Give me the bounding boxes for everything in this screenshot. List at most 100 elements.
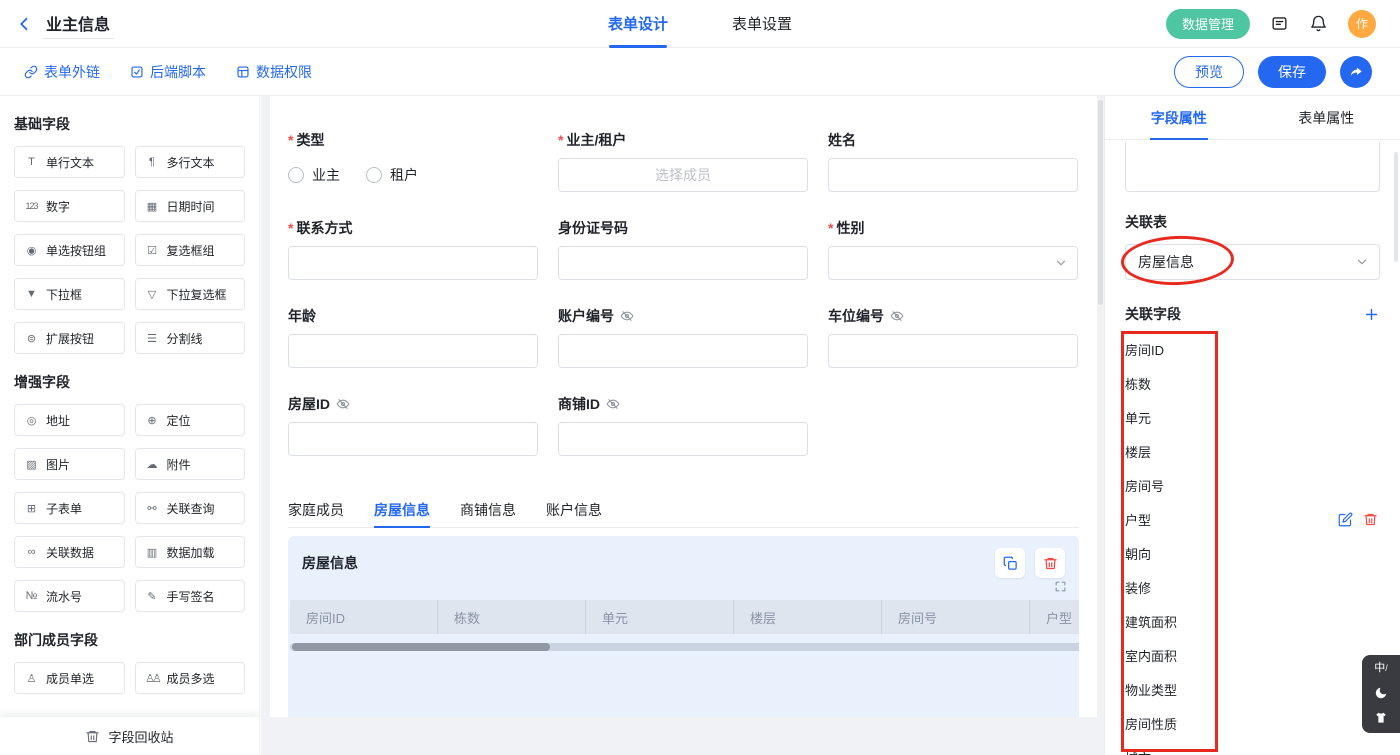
gender-select[interactable] <box>828 246 1078 280</box>
property-input[interactable] <box>1125 142 1380 192</box>
palette-item-dropdown[interactable]: ▼下拉框 <box>14 278 125 310</box>
external-link-button[interactable]: 表单外链 <box>24 62 100 82</box>
palette-item-image[interactable]: ▨图片 <box>14 448 125 480</box>
id-card-input[interactable] <box>558 246 808 280</box>
field-parking-no[interactable]: 车位编号 <box>828 306 1078 368</box>
copy-button[interactable] <box>995 548 1025 578</box>
trash-icon <box>1043 556 1058 571</box>
palette-item-attachment[interactable]: ☁附件 <box>135 448 246 480</box>
tab-field-properties[interactable]: 字段属性 <box>1105 96 1253 139</box>
related-field-item[interactable]: 户型 <box>1125 502 1380 536</box>
back-icon[interactable] <box>16 15 34 33</box>
account-no-input[interactable] <box>558 334 808 368</box>
field-owner-tenant[interactable]: *业主/租户 选择成员 <box>558 130 808 192</box>
palette-item-related-query[interactable]: ⚯关联查询 <box>135 492 246 524</box>
palette-item-location[interactable]: ⊕定位 <box>135 404 246 436</box>
delete-button[interactable] <box>1035 548 1065 578</box>
palette-item-address[interactable]: ◎地址 <box>14 404 125 436</box>
related-field-item[interactable]: 城市 <box>1125 740 1380 755</box>
add-related-field-button[interactable] <box>1363 306 1380 323</box>
eye-hidden-icon[interactable] <box>620 309 634 323</box>
palette-item-member-multi[interactable]: ♙♙成员多选 <box>135 662 246 694</box>
expand-icon[interactable] <box>1054 580 1067 596</box>
bell-icon[interactable] <box>1309 14 1328 33</box>
field-account-no[interactable]: 账户编号 <box>558 306 808 368</box>
member-picker[interactable]: 选择成员 <box>558 158 808 192</box>
related-field-item[interactable]: 房间ID <box>1125 332 1380 366</box>
subform-panel[interactable]: 房屋信息 房间ID 栋数 单元 <box>288 536 1079 717</box>
field-house-id[interactable]: 房屋ID <box>288 394 538 456</box>
palette-item-number[interactable]: 123数字 <box>14 190 125 222</box>
avatar[interactable]: 作 <box>1348 10 1376 38</box>
palette-item-signature[interactable]: ✎手写签名 <box>135 580 246 612</box>
field-age[interactable]: 年龄 <box>288 306 538 368</box>
palette-item-data-load[interactable]: ▥数据加载 <box>135 536 246 568</box>
palette-item-member-single[interactable]: ♙成员单选 <box>14 662 125 694</box>
field-contact[interactable]: *联系方式 <box>288 218 538 280</box>
eye-hidden-icon[interactable] <box>336 397 350 411</box>
docs-icon[interactable] <box>1270 14 1289 33</box>
field-name[interactable]: 姓名 <box>828 130 1078 192</box>
tab-account-info[interactable]: 账户信息 <box>546 492 602 527</box>
related-field-item[interactable]: 房间性质 <box>1125 706 1380 740</box>
eye-hidden-icon[interactable] <box>890 309 904 323</box>
subform-hscrollbar-thumb[interactable] <box>292 643 550 651</box>
tab-family-members[interactable]: 家庭成员 <box>288 492 344 527</box>
data-permission-button[interactable]: 数据权限 <box>236 62 312 82</box>
delete-field-icon[interactable] <box>1363 512 1378 527</box>
palette-item-serial-number[interactable]: №流水号 <box>14 580 125 612</box>
backend-script-button[interactable]: 后端脚本 <box>130 62 206 82</box>
palette-section-title: 部门成员字段 <box>14 630 245 650</box>
tab-shop-info[interactable]: 商铺信息 <box>460 492 516 527</box>
props-scrollbar[interactable] <box>1394 152 1398 262</box>
related-field-item[interactable]: 单元 <box>1125 400 1380 434</box>
field-id-card[interactable]: 身份证号码 <box>558 218 808 280</box>
field-recycle-bin[interactable]: 字段回收站 <box>0 717 259 755</box>
related-field-item[interactable]: 栋数 <box>1125 366 1380 400</box>
age-input[interactable] <box>288 334 538 368</box>
palette-item-multi-line-text[interactable]: ¶多行文本 <box>135 146 246 178</box>
palette-item-datetime[interactable]: ▦日期时间 <box>135 190 246 222</box>
related-field-item[interactable]: 装修 <box>1125 570 1380 604</box>
language-toggle[interactable]: 中/ <box>1374 663 1388 674</box>
palette-item-dropdown-multi[interactable]: ▽下拉复选框 <box>135 278 246 310</box>
palette-item-extend-button[interactable]: ⊜扩展按钮 <box>14 322 125 354</box>
related-table-select[interactable]: 房屋信息 <box>1125 244 1380 280</box>
house-id-input[interactable] <box>288 422 538 456</box>
field-type[interactable]: *类型 业主 租户 <box>288 130 538 192</box>
shop-id-input[interactable] <box>558 422 808 456</box>
palette-item-divider[interactable]: ☰分割线 <box>135 322 246 354</box>
palette-item-checkbox-group[interactable]: ☑复选框组 <box>135 234 246 266</box>
related-field-item[interactable]: 建筑面积 <box>1125 604 1380 638</box>
tab-form-design[interactable]: 表单设计 <box>608 0 668 48</box>
tab-form-settings[interactable]: 表单设置 <box>732 0 792 48</box>
related-field-item[interactable]: 房间号 <box>1125 468 1380 502</box>
eye-hidden-icon[interactable] <box>606 397 620 411</box>
palette-item-single-line-text[interactable]: T单行文本 <box>14 146 125 178</box>
parking-no-input[interactable] <box>828 334 1078 368</box>
canvas-scrollbar[interactable] <box>1098 100 1103 305</box>
related-field-item[interactable]: 物业类型 <box>1125 672 1380 706</box>
dark-mode-icon[interactable] <box>1374 686 1388 700</box>
preview-button[interactable]: 预览 <box>1174 56 1244 88</box>
name-input[interactable] <box>828 158 1078 192</box>
tab-house-info[interactable]: 房屋信息 <box>374 492 430 527</box>
tab-form-properties[interactable]: 表单属性 <box>1253 96 1400 139</box>
save-button[interactable]: 保存 <box>1258 56 1326 88</box>
palette-item-subform[interactable]: ⊞子表单 <box>14 492 125 524</box>
related-field-item[interactable]: 楼层 <box>1125 434 1380 468</box>
radio-tenant[interactable]: 租户 <box>366 165 418 185</box>
contact-input[interactable] <box>288 246 538 280</box>
field-gender[interactable]: *性别 <box>828 218 1078 280</box>
palette-item-related-data[interactable]: ∞关联数据 <box>14 536 125 568</box>
related-field-item[interactable]: 室内面积 <box>1125 638 1380 672</box>
palette-section-title: 增强字段 <box>14 372 245 392</box>
radio-owner[interactable]: 业主 <box>288 165 340 185</box>
palette-item-radio-group[interactable]: ◉单选按钮组 <box>14 234 125 266</box>
field-shop-id[interactable]: 商铺ID <box>558 394 808 456</box>
edit-field-icon[interactable] <box>1338 512 1353 527</box>
related-field-item[interactable]: 朝向 <box>1125 536 1380 570</box>
data-manage-button[interactable]: 数据管理 <box>1166 9 1250 39</box>
theme-skin-icon[interactable] <box>1374 711 1388 725</box>
share-button[interactable] <box>1340 56 1372 88</box>
